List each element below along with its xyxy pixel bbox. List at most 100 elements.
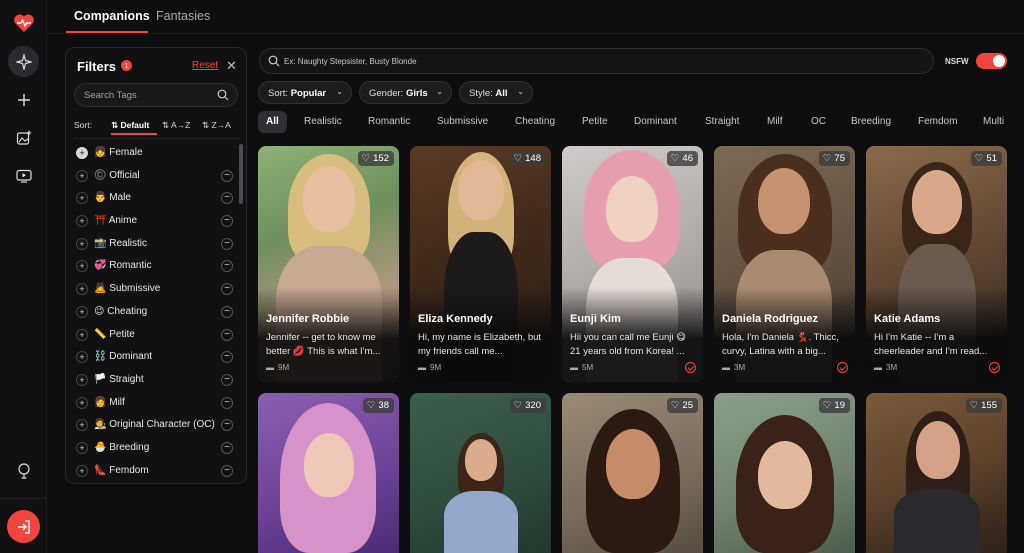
category-petite[interactable]: Petite [582, 116, 608, 127]
tag-include-icon[interactable]: + [76, 441, 88, 454]
style-dropdown[interactable]: Style: All ⌄ [459, 81, 533, 104]
sort-dropdown[interactable]: Sort: Popular ⌄ [258, 81, 352, 104]
tag-include-icon[interactable]: + [76, 147, 88, 159]
tag-include-icon[interactable]: + [76, 328, 88, 341]
tag-item-anime[interactable]: + ⛩️ Anime − [74, 210, 240, 233]
tag-item-cheating[interactable]: + 😉 Cheating − [74, 301, 240, 324]
sparkle-icon[interactable] [8, 46, 39, 77]
tag-item-milf[interactable]: + 👩 Milf − [74, 392, 240, 415]
like-count[interactable]: ♡ 25 [666, 398, 698, 413]
tag-exclude-icon[interactable]: − [221, 305, 233, 318]
tag-item-realistic[interactable]: + 📸 Realistic − [74, 233, 240, 256]
tag-item-femdom[interactable]: + 👠 Femdom − [74, 460, 240, 483]
category-multi[interactable]: Multi [983, 116, 1004, 127]
category-dominant[interactable]: Dominant [634, 116, 677, 127]
companion-search-input[interactable] [284, 55, 884, 68]
category-oc[interactable]: OC [811, 116, 826, 127]
video-screen-icon[interactable] [8, 160, 39, 191]
like-count[interactable]: ♡ 152 [357, 151, 394, 166]
category-breeding[interactable]: Breeding [851, 116, 891, 127]
companion-card-eliza-kennedy[interactable]: ♡ 148 Eliza Kennedy Hi, my name is Elizab… [410, 146, 551, 382]
tag-exclude-icon[interactable]: − [221, 192, 233, 205]
tag-exclude-icon[interactable]: − [221, 441, 233, 454]
companion-card-katie-adams[interactable]: ♡ 51 Katie Adams Hi I'm Katie -- I'm a ch… [866, 146, 1007, 382]
heart-icon: ♡ [822, 400, 832, 411]
logout-button[interactable] [7, 510, 40, 543]
tag-include-icon[interactable]: + [76, 237, 88, 250]
tag-item-romantic[interactable]: + 💞 Romantic − [74, 255, 240, 278]
companion-card-daniela-rodriguez[interactable]: ♡ 75 Daniela Rodriguez Hola, I'm Daniela … [714, 146, 855, 382]
companion-card-jennifer-robbie[interactable]: ♡ 152 Jennifer Robbie Jennifer -- get to … [258, 146, 399, 382]
tag-item-original-character[interactable]: + 🧑‍🎨 Original Character (OC) − [74, 414, 240, 437]
tag-exclude-icon[interactable]: − [221, 396, 233, 409]
like-count[interactable]: ♡ 148 [509, 151, 546, 166]
tag-item-petite[interactable]: + 📏 Petite − [74, 324, 240, 347]
tag-exclude-icon[interactable]: − [221, 328, 233, 341]
close-filters-icon[interactable]: ✕ [226, 58, 237, 74]
category-submissive[interactable]: Submissive [437, 116, 488, 127]
tag-include-icon[interactable]: + [76, 464, 88, 477]
tag-include-icon[interactable]: + [76, 192, 88, 205]
tag-include-icon[interactable]: + [76, 373, 88, 386]
tag-item-dominant[interactable]: + ⛓️ Dominant − [74, 346, 240, 369]
reset-filters-link[interactable]: Reset [192, 60, 218, 71]
companion-card[interactable]: ♡ 25 [562, 393, 703, 553]
tag-exclude-icon[interactable]: − [221, 351, 233, 364]
nsfw-toggle[interactable] [976, 53, 1007, 69]
companion-card[interactable]: ♡ 320 [410, 393, 551, 553]
image-add-icon[interactable] [8, 122, 39, 153]
tag-exclude-icon[interactable]: − [221, 373, 233, 386]
tag-exclude-icon[interactable]: − [221, 215, 233, 228]
tag-list-scrollbar[interactable] [239, 144, 243, 204]
plus-icon[interactable] [8, 84, 39, 115]
tag-item-submissive[interactable]: + 🙇 Submissive − [74, 278, 240, 301]
gender-dropdown[interactable]: Gender: Girls ⌄ [359, 81, 452, 104]
tag-include-icon[interactable]: + [76, 305, 88, 318]
tag-item-official[interactable]: + ©️ Official − [74, 165, 240, 188]
tag-item-breeding[interactable]: + 🐣 Breeding − [74, 437, 240, 460]
sort-za-option[interactable]: ⇅ Z→A [202, 120, 231, 131]
like-count[interactable]: ♡ 46 [666, 151, 698, 166]
tag-exclude-icon[interactable]: − [221, 283, 233, 296]
category-romantic[interactable]: Romantic [368, 116, 410, 127]
tag-include-icon[interactable]: + [76, 396, 88, 409]
tag-item-straight[interactable]: + 🏳️ Straight − [74, 369, 240, 392]
tag-exclude-icon[interactable]: − [221, 260, 233, 273]
like-count[interactable]: ♡ 155 [965, 398, 1002, 413]
category-straight[interactable]: Straight [705, 116, 739, 127]
sort-az-option[interactable]: ⇅ A→Z [162, 120, 190, 131]
chat-icon: ▬ [266, 363, 274, 372]
like-count[interactable]: ♡ 320 [509, 398, 546, 413]
tag-include-icon[interactable]: + [76, 169, 88, 182]
like-count[interactable]: ♡ 38 [362, 398, 394, 413]
tag-include-icon[interactable]: + [76, 419, 88, 432]
tag-include-icon[interactable]: + [76, 260, 88, 273]
like-count[interactable]: ♡ 51 [970, 151, 1002, 166]
tag-exclude-icon[interactable]: − [221, 169, 233, 182]
like-count[interactable]: ♡ 75 [818, 151, 850, 166]
heart-pulse-logo-icon[interactable] [8, 7, 39, 38]
tag-item-male[interactable]: + 👨 Male − [74, 187, 240, 210]
companion-card[interactable]: ♡ 19 [714, 393, 855, 553]
tab-fantasies[interactable]: Fantasies [156, 9, 210, 23]
tag-exclude-icon[interactable]: − [221, 419, 233, 432]
category-femdom[interactable]: Femdom [918, 116, 957, 127]
category-cheating[interactable]: Cheating [515, 116, 555, 127]
like-count[interactable]: ♡ 19 [818, 398, 850, 413]
tag-exclude-icon[interactable]: − [221, 237, 233, 250]
tag-item-female[interactable]: + 👧 Female [74, 142, 240, 165]
lightbulb-icon[interactable] [8, 455, 39, 486]
tag-include-icon[interactable]: + [76, 351, 88, 364]
tag-exclude-icon[interactable]: − [221, 464, 233, 477]
tag-search-input[interactable] [84, 88, 214, 103]
tag-include-icon[interactable]: + [76, 215, 88, 228]
companion-card[interactable]: ♡ 155 [866, 393, 1007, 553]
sort-default-option[interactable]: ⇅ Default [111, 120, 149, 131]
companion-card-eunji-kim[interactable]: ♡ 46 Eunji Kim Hii you can call me Eunji … [562, 146, 703, 382]
category-realistic[interactable]: Realistic [304, 116, 342, 127]
category-all[interactable]: All [258, 111, 287, 133]
tab-companions[interactable]: Companions [74, 9, 150, 23]
category-milf[interactable]: Milf [767, 116, 783, 127]
tag-include-icon[interactable]: + [76, 283, 88, 296]
companion-card[interactable]: ♡ 38 [258, 393, 399, 553]
